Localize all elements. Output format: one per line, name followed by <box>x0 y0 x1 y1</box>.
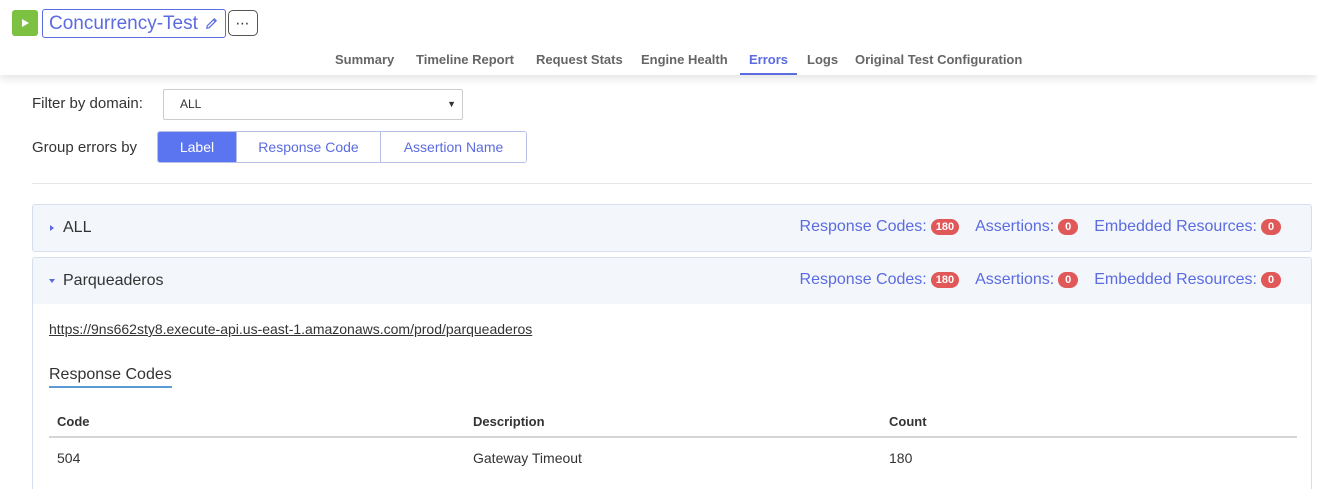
endpoint-url-link[interactable]: https://9ns662sty8.execute-api.us-east-1… <box>49 321 532 337</box>
cell-description: Gateway Timeout <box>473 450 582 466</box>
group-by-segmented-control: Label Response Code Assertion Name <box>157 131 527 163</box>
tab-summary[interactable]: Summary <box>335 50 394 75</box>
response-codes-label: Response Codes: <box>799 218 927 235</box>
cell-code: 504 <box>57 450 81 466</box>
response-codes-badge: 180 <box>930 219 960 235</box>
domain-filter-label: Filter by domain: <box>32 95 143 112</box>
panel-name: ALL <box>63 219 92 236</box>
response-codes-stat[interactable]: Response Codes: 180 <box>800 218 960 236</box>
tab-original-test-configuration[interactable]: Original Test Configuration <box>855 50 1022 75</box>
response-codes-section-title: Response Codes <box>49 366 172 388</box>
embedded-resources-badge: 0 <box>1261 272 1281 288</box>
panel-header-parqueaderos[interactable]: Parqueaderos Response Codes: 180 Asserti… <box>32 257 1312 305</box>
assertions-label: Assertions: <box>975 271 1055 288</box>
tab-errors[interactable]: Errors <box>740 50 797 75</box>
domain-select[interactable]: ALL ▼ <box>163 89 463 120</box>
pencil-icon[interactable] <box>204 16 219 31</box>
more-options-button[interactable]: ⋯ <box>228 10 258 36</box>
embedded-resources-stat[interactable]: Embedded Resources: 0 <box>1094 218 1281 236</box>
report-tabs: Summary Timeline Report Request Stats En… <box>0 50 1317 75</box>
domain-select-value: ALL <box>180 97 202 111</box>
panel-stats: Response Codes: 180 Assertions: 0 Embedd… <box>784 218 1281 236</box>
divider <box>32 183 1312 184</box>
tab-logs[interactable]: Logs <box>807 50 838 75</box>
group-errors-label: Group errors by <box>32 139 138 156</box>
play-icon <box>22 19 29 27</box>
caret-right-icon <box>50 225 54 231</box>
assertions-badge: 0 <box>1058 219 1079 235</box>
panel-stats: Response Codes: 180 Assertions: 0 Embedd… <box>784 271 1281 289</box>
panel-header-all[interactable]: ALL Response Codes: 180 Assertions: 0 Em… <box>32 204 1312 252</box>
assertions-badge: 0 <box>1058 272 1079 288</box>
assertions-stat[interactable]: Assertions: 0 <box>975 218 1079 236</box>
report-header: Concurrency-Test ⋯ Summary Timeline Repo… <box>0 0 1317 75</box>
caret-down-icon <box>49 279 55 283</box>
tab-timeline-report[interactable]: Timeline Report <box>416 50 514 75</box>
cell-count: 180 <box>889 450 913 466</box>
embedded-resources-label: Embedded Resources: <box>1094 271 1257 288</box>
response-codes-stat[interactable]: Response Codes: 180 <box>800 271 960 289</box>
column-header-description: Description <box>473 414 545 429</box>
group-by-response-code-button[interactable]: Response Code <box>236 132 380 162</box>
group-by-assertion-name-button[interactable]: Assertion Name <box>380 132 526 162</box>
embedded-resources-label: Embedded Resources: <box>1094 218 1257 235</box>
table-row: 504 Gateway Timeout 180 <box>49 448 1297 474</box>
assertions-label: Assertions: <box>975 218 1055 235</box>
tab-engine-health[interactable]: Engine Health <box>641 50 728 75</box>
embedded-resources-stat[interactable]: Embedded Resources: 0 <box>1094 271 1281 289</box>
column-header-code: Code <box>57 414 90 429</box>
embedded-resources-badge: 0 <box>1261 219 1281 235</box>
panel-name: Parqueaderos <box>63 272 164 289</box>
caret-down-icon: ▼ <box>447 99 456 109</box>
tab-request-stats[interactable]: Request Stats <box>536 50 623 75</box>
test-title[interactable]: Concurrency-Test <box>49 13 198 35</box>
group-by-label-button[interactable]: Label <box>158 132 236 162</box>
test-title-box[interactable]: Concurrency-Test <box>42 9 226 38</box>
response-codes-label: Response Codes: <box>799 271 927 288</box>
response-codes-badge: 180 <box>930 272 960 288</box>
table-header: Code Description Count <box>49 412 1297 438</box>
assertions-stat[interactable]: Assertions: 0 <box>975 271 1079 289</box>
run-button[interactable] <box>12 10 38 36</box>
panel-body-parqueaderos: https://9ns662sty8.execute-api.us-east-1… <box>32 304 1312 489</box>
column-header-count: Count <box>889 414 927 429</box>
